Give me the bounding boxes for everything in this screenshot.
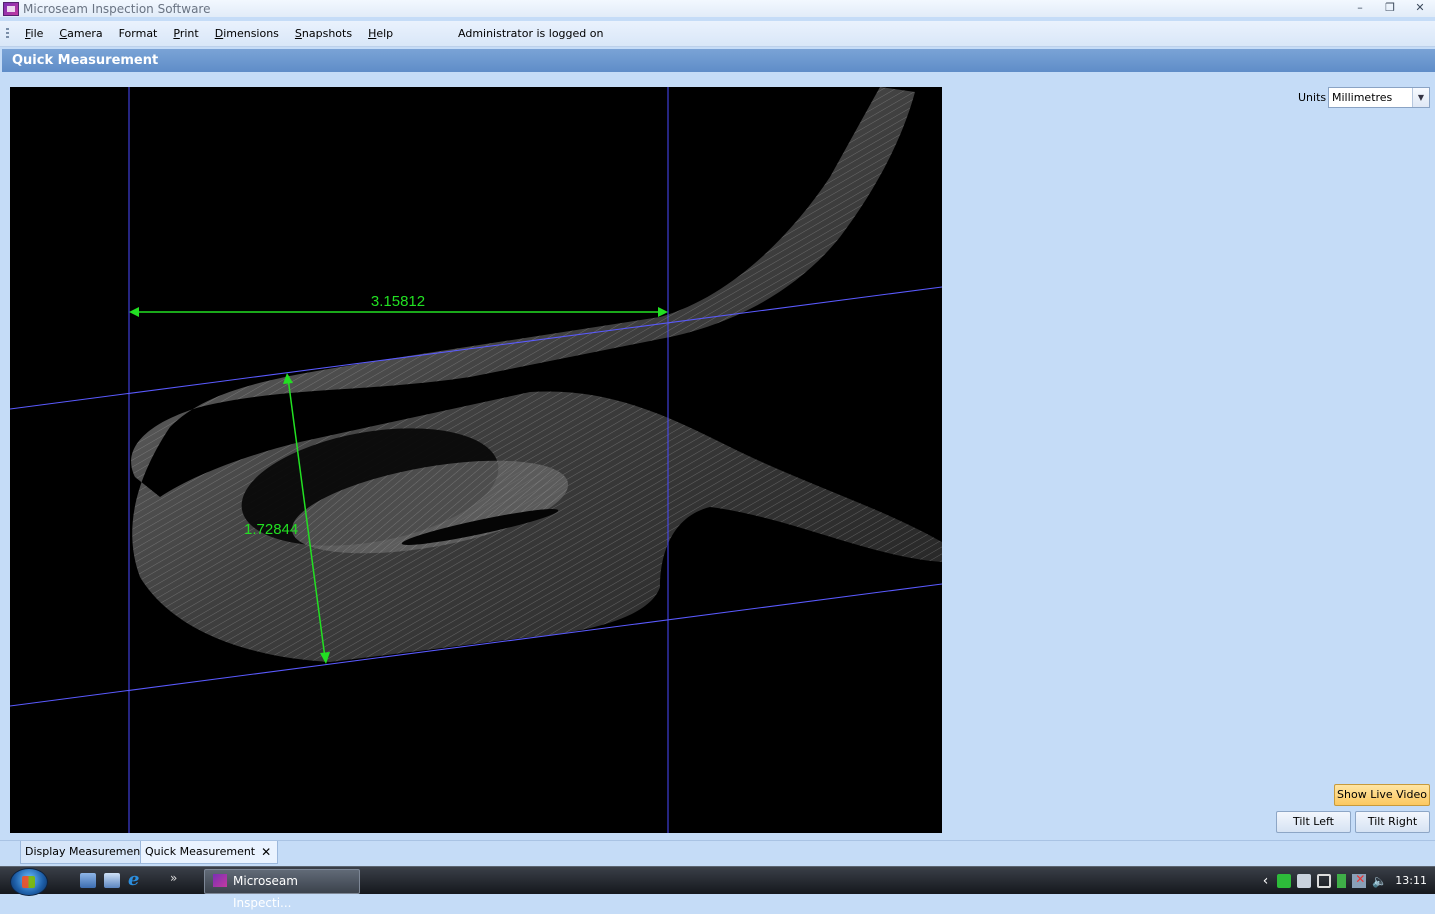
menu-print[interactable]: Print <box>165 27 206 40</box>
tilt-left-button[interactable]: Tilt Left <box>1276 811 1351 833</box>
tilt-right-button[interactable]: Tilt Right <box>1355 811 1430 833</box>
specimen-image <box>131 87 942 662</box>
measurement-canvas[interactable]: 3.15812 1.72844 <box>10 87 942 833</box>
system-tray: ‹ ✕ 🔈 13:11 <box>1263 867 1435 894</box>
app-icon <box>213 874 227 887</box>
clock[interactable]: 13:11 <box>1395 874 1427 887</box>
network-disconnected-icon[interactable]: ✕ <box>1352 872 1367 888</box>
menu-format[interactable]: Format <box>111 27 166 40</box>
document-tabs: Display Measurements Quick Measurement ✕ <box>0 840 1435 865</box>
taskbar: e » Microseam Inspecti... ‹ ✕ 🔈 13:11 <box>0 866 1435 910</box>
guide-top-tilted[interactable] <box>10 286 942 410</box>
taskbar-app-button[interactable]: Microseam Inspecti... <box>204 869 360 910</box>
vertical-measure-value: 1.72844 <box>244 521 298 538</box>
close-tab-icon[interactable]: ✕ <box>261 841 271 863</box>
app-icon <box>3 1 19 16</box>
units-selected-value: Millimetres <box>1332 91 1393 104</box>
power-icon[interactable] <box>1337 873 1347 888</box>
login-status: Administrator is logged on <box>458 27 604 40</box>
window-controls: – ❐ ✕ <box>1345 0 1435 17</box>
panel-title: Quick Measurement <box>2 49 1435 72</box>
menu-dimensions[interactable]: Dimensions <box>207 27 287 40</box>
lock-icon[interactable] <box>1317 873 1332 888</box>
restore-button[interactable]: ❐ <box>1375 0 1405 17</box>
volume-icon[interactable]: 🔈 <box>1372 874 1387 888</box>
horizontal-measure-value: 3.15812 <box>371 293 425 310</box>
start-button[interactable] <box>10 868 48 896</box>
title-bar: Microseam Inspection Software – ❐ ✕ <box>0 0 1435 17</box>
menu-snapshots[interactable]: Snapshots <box>287 27 360 40</box>
menu-file[interactable]: File <box>17 27 51 40</box>
switch-windows-icon[interactable] <box>104 873 120 888</box>
network-tools-icon[interactable] <box>1297 873 1312 888</box>
internet-explorer-icon[interactable]: e <box>128 871 144 889</box>
units-label: Units <box>1298 91 1327 104</box>
minimize-button[interactable]: – <box>1345 0 1375 17</box>
tab-display-measurements[interactable]: Display Measurements <box>20 841 156 864</box>
tray-expand-icon[interactable]: ‹ <box>1263 873 1269 889</box>
camera-viewport[interactable]: 3.15812 1.72844 <box>10 87 942 833</box>
quicklaunch-overflow-icon[interactable]: » <box>170 871 177 885</box>
chevron-down-icon[interactable]: ▼ <box>1412 88 1429 107</box>
menu-grip <box>6 27 9 40</box>
horizontal-measurement: 3.15812 <box>129 293 668 317</box>
menu-help[interactable]: Help <box>360 27 401 40</box>
window-title: Microseam Inspection Software <box>23 1 211 16</box>
arrow-left-head <box>129 307 139 317</box>
units-dropdown[interactable]: Millimetres ▼ <box>1328 87 1430 108</box>
show-live-video-button[interactable]: Show Live Video <box>1334 784 1430 806</box>
tab-quick-measurement[interactable]: Quick Measurement ✕ <box>140 841 279 864</box>
close-button[interactable]: ✕ <box>1405 0 1435 17</box>
menu-bar: File Camera Format Print Dimensions Snap… <box>0 21 1435 47</box>
show-desktop-icon[interactable] <box>80 873 96 888</box>
menu-camera[interactable]: Camera <box>51 27 110 40</box>
security-check-icon[interactable] <box>1277 873 1292 888</box>
